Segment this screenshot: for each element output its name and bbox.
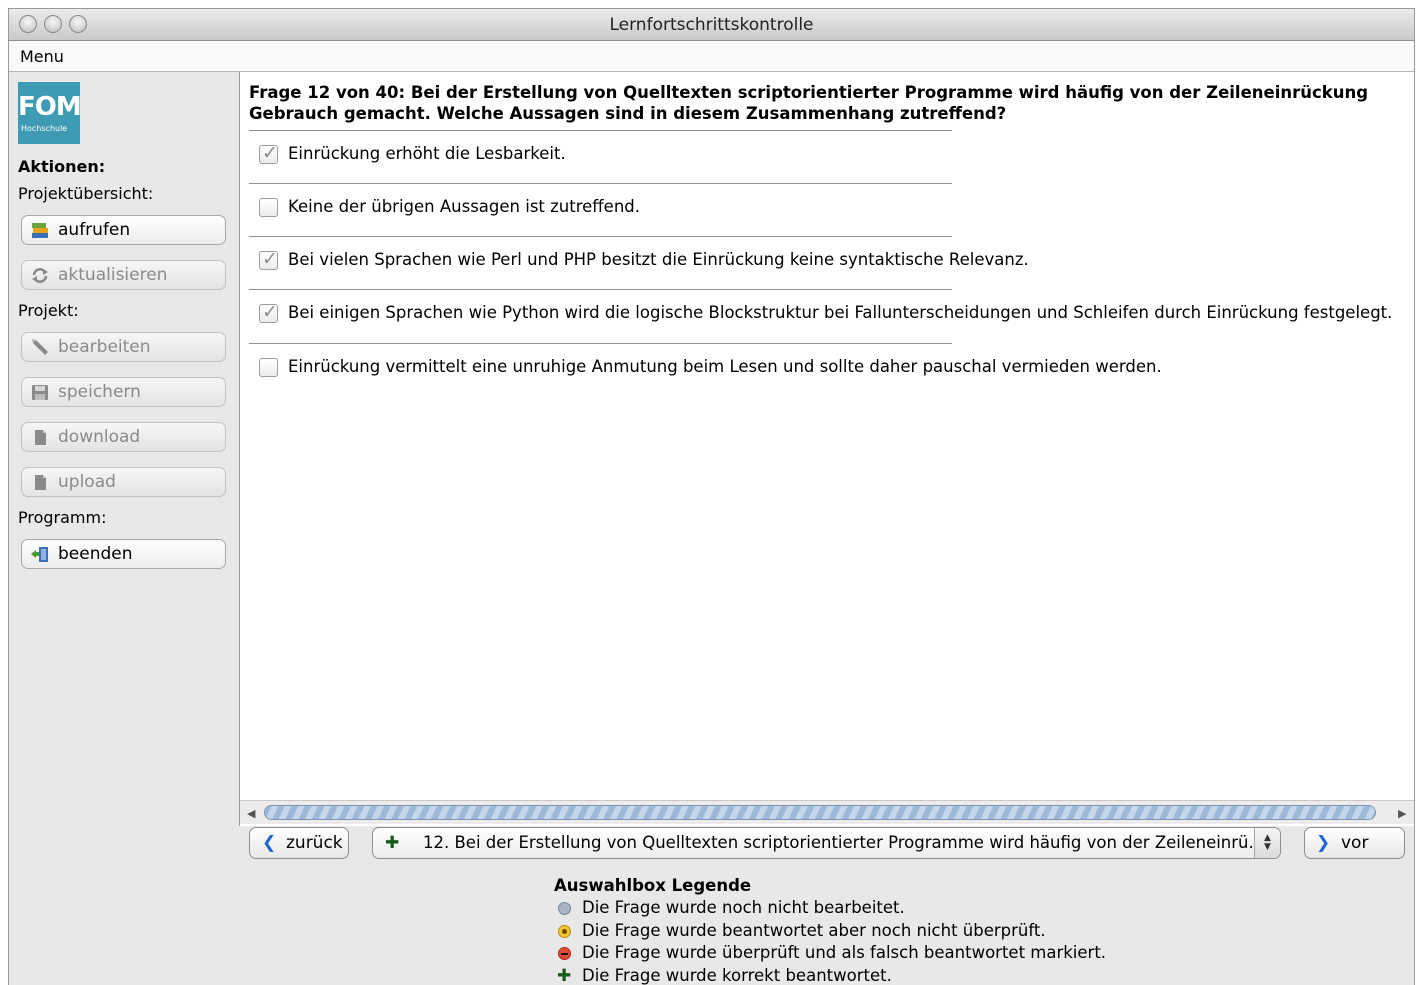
document-icon bbox=[35, 430, 46, 445]
fom-logo: FOM Hochschule bbox=[18, 82, 82, 144]
checkmark-icon: ✓ bbox=[262, 248, 278, 270]
legend-item-text: Die Frage wurde überprüft und als falsch… bbox=[582, 943, 1107, 962]
menu-item-menu[interactable]: Menu bbox=[20, 47, 64, 66]
chevron-right-icon: ❯ bbox=[1316, 833, 1331, 853]
option-label: Keine der übrigen Aussagen ist zutreffen… bbox=[288, 197, 640, 216]
project-overview-label: Projektübersicht: bbox=[18, 184, 154, 203]
question-selector[interactable]: ✚ 12. Bei der Erstellung von Quelltexten… bbox=[372, 827, 1281, 859]
option-label: Bei einigen Sprachen wie Python wird die… bbox=[288, 303, 1393, 322]
edit-button[interactable]: bearbeiten bbox=[21, 332, 226, 362]
window-title: Lernfortschrittskontrolle bbox=[609, 15, 814, 35]
exit-door-icon bbox=[31, 547, 48, 562]
open-project-overview-button[interactable]: aufrufen bbox=[21, 215, 226, 245]
chevron-left-icon: ❮ bbox=[262, 833, 277, 853]
question-selector-value: 12. Bei der Erstellung von Quelltexten s… bbox=[423, 833, 1265, 852]
legend-item: Die Frage wurde überprüft und als falsch… bbox=[554, 942, 1106, 965]
floppy-disk-icon bbox=[32, 385, 48, 400]
scrollbar-thumb[interactable] bbox=[264, 805, 1376, 820]
app-window: Lernfortschrittskontrolle Menu FOM Hochs… bbox=[8, 8, 1415, 985]
download-button-label: download bbox=[58, 427, 141, 447]
save-button[interactable]: speichern bbox=[21, 377, 226, 407]
grey-dot-icon bbox=[558, 902, 571, 915]
question-panel: Frage 12 von 40: Bei der Erstellung von … bbox=[239, 72, 1414, 826]
green-plus-icon: ✚ bbox=[385, 833, 400, 853]
actions-heading: Aktionen: bbox=[18, 157, 106, 176]
checkmark-icon: ✓ bbox=[262, 301, 278, 323]
option-checkbox[interactable] bbox=[259, 358, 278, 377]
project-label: Projekt: bbox=[18, 301, 79, 320]
yellow-dot-icon bbox=[558, 924, 571, 938]
legend-item-text: Die Frage wurde noch nicht bearbeitet. bbox=[582, 898, 905, 917]
option-label: Bei vielen Sprachen wie Perl und PHP bes… bbox=[288, 250, 1029, 269]
legend-item: ✚ Die Frage wurde korrekt beantwortet. bbox=[554, 965, 1106, 985]
sidebar: FOM Hochschule Aktionen: Projektübersich… bbox=[9, 72, 239, 985]
legend-title: Auswahlbox Legende bbox=[554, 876, 752, 895]
next-button[interactable]: ❯ vor bbox=[1304, 827, 1405, 859]
quit-button-label: beenden bbox=[58, 544, 133, 564]
option-checkbox[interactable]: ✓ bbox=[259, 301, 278, 323]
question-text: Frage 12 von 40: Bei der Erstellung von … bbox=[249, 83, 1369, 123]
refresh-button[interactable]: aktualisieren bbox=[21, 260, 226, 290]
pencil-icon bbox=[32, 339, 48, 355]
option-label: Einrückung erhöht die Lesbarkeit. bbox=[288, 144, 566, 163]
checkmark-icon: ✓ bbox=[262, 142, 278, 164]
menu-bar: Menu bbox=[9, 41, 1414, 72]
legend-item-text: Die Frage wurde beantwortet aber noch ni… bbox=[582, 920, 1046, 940]
open-button-label: aufrufen bbox=[58, 220, 131, 240]
option-checkbox[interactable]: ✓ bbox=[259, 248, 278, 270]
next-button-label: vor bbox=[1341, 833, 1369, 853]
refresh-button-label: aktualisieren bbox=[58, 265, 168, 285]
legend-item: Die Frage wurde noch nicht bearbeitet. bbox=[554, 897, 1106, 920]
red-minus-icon bbox=[558, 947, 571, 960]
download-button[interactable]: download bbox=[21, 422, 226, 452]
horizontal-scrollbar[interactable]: ◀ ▶ bbox=[240, 800, 1414, 824]
option-separator bbox=[249, 130, 952, 131]
legend: Auswahlbox Legende Die Frage wurde noch … bbox=[554, 875, 1106, 985]
option-separator bbox=[249, 236, 952, 237]
back-button[interactable]: ❮ zurück bbox=[249, 827, 349, 859]
option-checkbox[interactable]: ✓ bbox=[259, 142, 278, 164]
scroll-right-icon[interactable]: ▶ bbox=[1398, 807, 1406, 820]
upload-button-label: upload bbox=[58, 472, 116, 492]
edit-button-label: bearbeiten bbox=[58, 337, 151, 357]
refresh-icon bbox=[32, 268, 48, 283]
books-icon bbox=[32, 223, 48, 238]
title-bar: Lernfortschrittskontrolle bbox=[9, 9, 1414, 41]
program-label: Programm: bbox=[18, 508, 107, 527]
legend-item: Die Frage wurde beantwortet aber noch ni… bbox=[554, 920, 1106, 943]
updown-stepper-icon[interactable]: ▲ ▼ bbox=[1254, 828, 1280, 858]
option-separator bbox=[249, 183, 952, 184]
upload-button[interactable]: upload bbox=[21, 467, 226, 497]
scroll-left-icon[interactable]: ◀ bbox=[247, 807, 255, 820]
document-icon bbox=[35, 475, 46, 490]
green-plus-icon: ✚ bbox=[557, 965, 572, 985]
option-checkbox[interactable] bbox=[259, 198, 278, 217]
option-separator bbox=[249, 289, 952, 290]
back-button-label: zurück bbox=[286, 833, 343, 853]
save-button-label: speichern bbox=[58, 382, 141, 402]
quit-button[interactable]: beenden bbox=[21, 539, 226, 569]
option-label: Einrückung vermittelt eine unruhige Anmu… bbox=[288, 357, 1162, 376]
legend-item-text: Die Frage wurde korrekt beantwortet. bbox=[582, 965, 892, 985]
option-separator bbox=[249, 343, 952, 344]
